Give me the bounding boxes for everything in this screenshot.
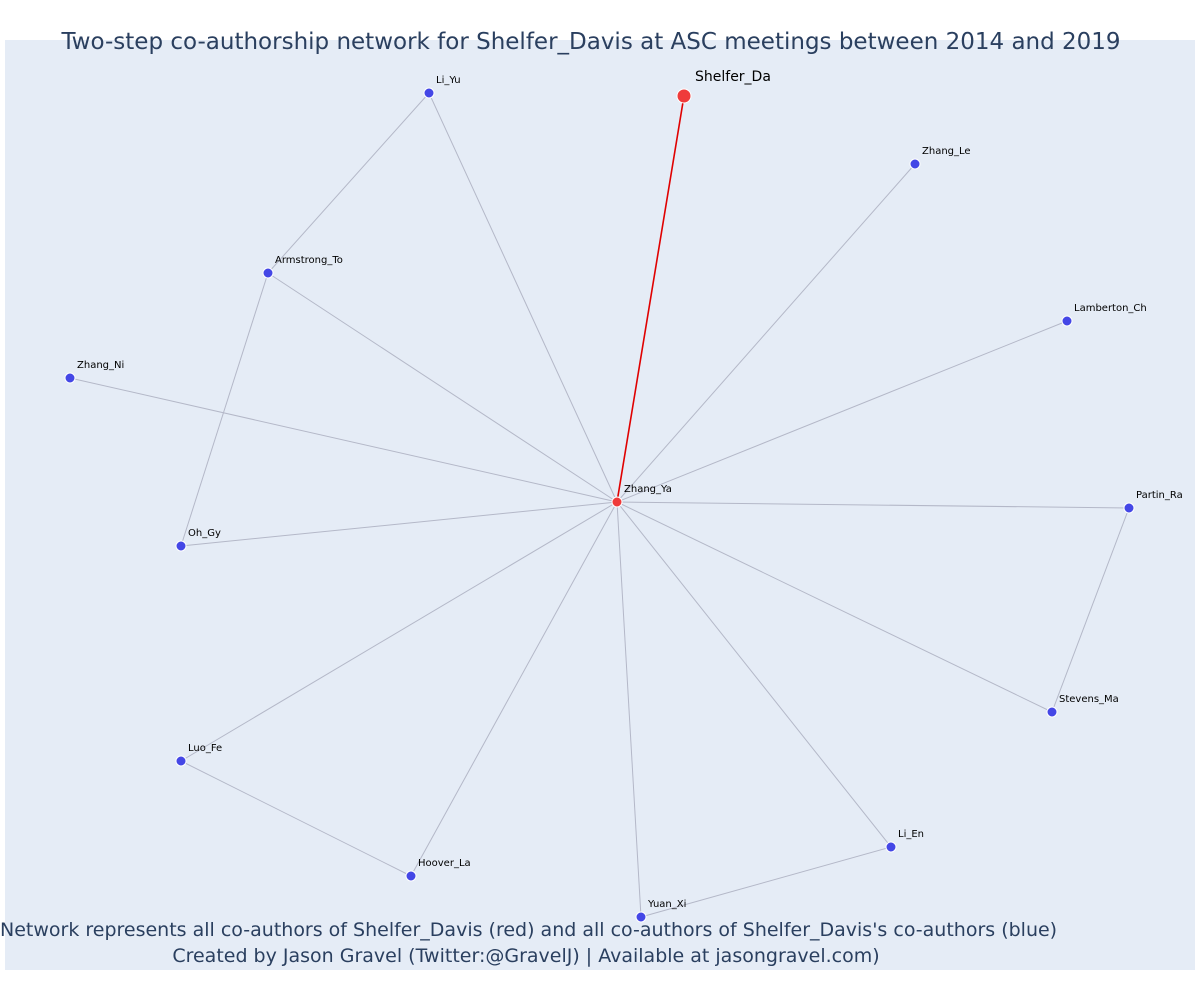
node-label-zhang-ni: Zhang_Ni [77, 360, 124, 371]
edge-zhang-ya-stevens-ma [616, 501, 1053, 713]
node-label-partin-ra: Partin_Ra [1136, 490, 1183, 501]
nodes-layer [64, 87, 1135, 923]
node-label-yuan-xi: Yuan_Xi [647, 899, 686, 910]
node-armstrong-to[interactable] [262, 267, 274, 279]
node-li-yu[interactable] [423, 87, 435, 99]
node-label-shelfer-da: Shelfer_Da [695, 69, 771, 85]
edges-layer [69, 92, 1130, 918]
node-partin-ra[interactable] [1123, 502, 1135, 514]
node-zhang-ni[interactable] [64, 372, 76, 384]
node-label-oh-gy: Oh_Gy [188, 528, 221, 539]
edge-zhang-ya-zhang-le [616, 163, 916, 503]
chart-title: Two-step co-authorship network for Shelf… [61, 29, 1121, 55]
node-label-zhang-le: Zhang_Le [922, 146, 971, 157]
network-figure: Shelfer_Da Zhang_Ya Li_Yu Zhang_Le Armstrong… [0, 0, 1200, 1000]
caption-line-1: Network represents all co-authors of She… [0, 919, 1058, 941]
node-hoover-la[interactable] [405, 870, 417, 882]
node-li-en[interactable] [885, 841, 897, 853]
node-label-hoover-la: Hoover_La [418, 858, 471, 869]
node-zhang-ya[interactable] [611, 496, 623, 508]
node-shelfer-da[interactable] [676, 88, 692, 104]
edge-luo-fe-hoover-la [180, 760, 412, 877]
node-stevens-ma[interactable] [1046, 706, 1058, 718]
edge-zhang-ya-hoover-la [410, 501, 618, 877]
edge-zhang-ya-lamberton-ch [616, 320, 1068, 503]
edge-zhang-ya-luo-fe [180, 501, 618, 762]
edge-zhang-ya-yuan-xi [616, 501, 642, 918]
edge-partin-ra-stevens-ma [1051, 507, 1130, 713]
node-label-luo-fe: Luo_Fe [188, 743, 222, 754]
node-label-stevens-ma: Stevens_Ma [1059, 694, 1119, 705]
node-luo-fe[interactable] [175, 755, 187, 767]
node-zhang-le[interactable] [909, 158, 921, 170]
node-label-armstrong-to: Armstrong_To [275, 255, 343, 266]
node-label-li-yu: Li_Yu [436, 75, 461, 86]
edge-armstrong-to-oh-gy [180, 272, 269, 547]
node-label-li-en: Li_En [898, 829, 924, 840]
caption-line-2: Created by Jason Gravel (Twitter:@Gravel… [172, 945, 880, 967]
labels-layer: Shelfer_Da Zhang_Ya Li_Yu Zhang_Le Armstrong… [77, 69, 1183, 910]
edge-shelfer-da-zhang-ya [616, 95, 685, 503]
chart-caption: Network represents all co-authors of She… [0, 917, 1058, 969]
edge-zhang-ya-li-en [616, 501, 892, 848]
node-lamberton-ch[interactable] [1061, 315, 1073, 327]
edge-zhang-ya-zhang-ni [69, 377, 618, 503]
edge-zhang-ya-partin-ra [616, 501, 1130, 509]
coauthorship-network: Shelfer_Da Zhang_Ya Li_Yu Zhang_Le Armstrong… [64, 69, 1183, 923]
node-label-lamberton-ch: Lamberton_Ch [1074, 303, 1147, 314]
edge-li-yu-armstrong-to [267, 92, 430, 274]
node-oh-gy[interactable] [175, 540, 187, 552]
edge-zhang-ya-oh-gy [180, 501, 618, 547]
node-label-zhang-ya: Zhang_Ya [624, 484, 672, 495]
